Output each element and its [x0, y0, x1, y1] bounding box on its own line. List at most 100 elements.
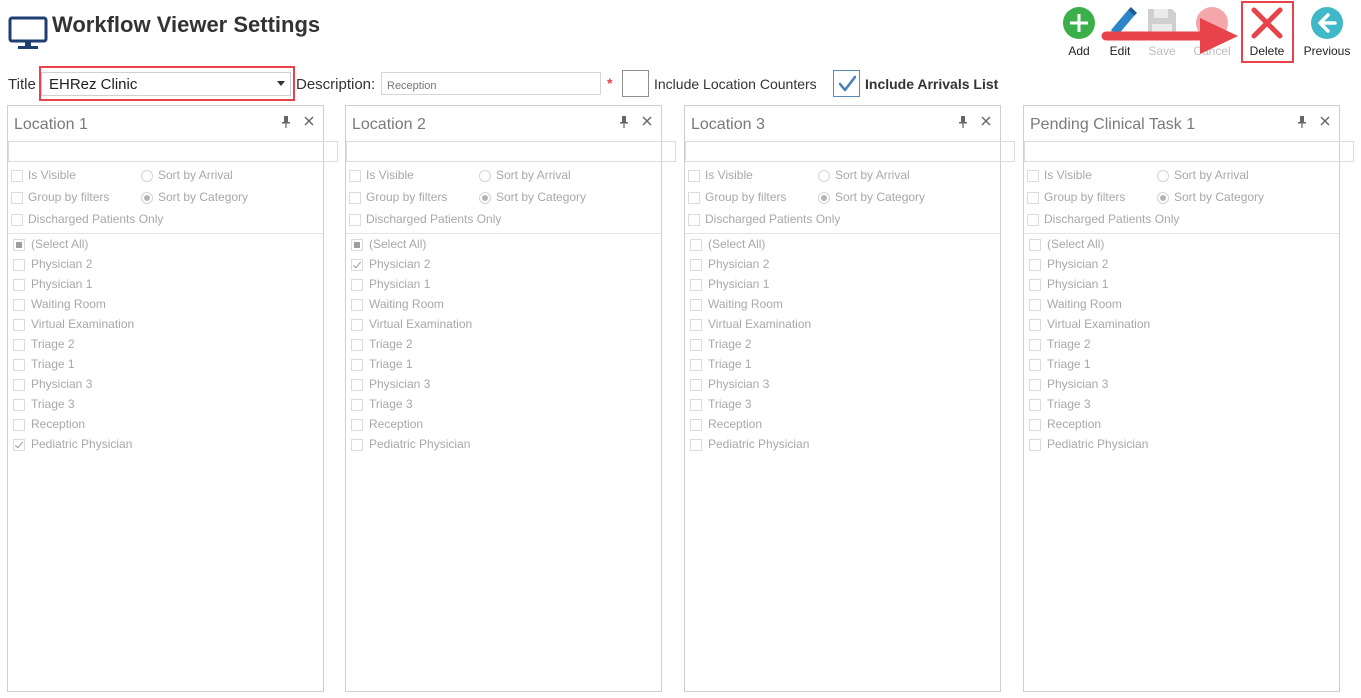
list-item-checkbox[interactable] [351, 299, 363, 311]
group-by-filters-label: Group by filters [705, 190, 787, 204]
list-item-checkbox[interactable] [1029, 419, 1041, 431]
pin-icon[interactable] [620, 116, 628, 128]
list-item-checkbox[interactable] [13, 439, 25, 451]
list-item-checkbox[interactable] [1029, 279, 1041, 291]
pin-icon[interactable] [282, 116, 290, 128]
list-item-checkbox[interactable] [690, 439, 702, 451]
list-item-label: (Select All) [708, 237, 766, 251]
list-item-label: Reception [31, 417, 86, 431]
list-item-label: Pediatric Physician [31, 437, 133, 451]
list-item-checkbox[interactable] [1029, 359, 1041, 371]
list-item-checkbox[interactable] [351, 399, 363, 411]
list-item-checkbox[interactable] [1029, 379, 1041, 391]
list-item-checkbox[interactable] [690, 419, 702, 431]
list-item-checkbox[interactable] [690, 379, 702, 391]
list-item-checkbox[interactable] [351, 239, 363, 251]
list-item-label: Triage 2 [31, 337, 75, 351]
list-item-checkbox[interactable] [1029, 319, 1041, 331]
divider [8, 233, 323, 234]
list-item-checkbox[interactable] [690, 279, 702, 291]
panel-search-input[interactable] [1024, 141, 1354, 162]
list-item-label: Physician 2 [1047, 257, 1109, 271]
list-item-checkbox[interactable] [690, 299, 702, 311]
list-item-label: Physician 3 [369, 377, 431, 391]
list-item-label: Triage 1 [31, 357, 75, 371]
list-item-checkbox[interactable] [1029, 239, 1041, 251]
list-item-checkbox[interactable] [13, 359, 25, 371]
divider [346, 233, 661, 234]
include-arrivals-list-checkbox[interactable] [833, 70, 860, 97]
list-item-checkbox[interactable] [690, 239, 702, 251]
list-item-checkbox[interactable] [1029, 439, 1041, 451]
include-arrivals-list-label: Include Arrivals List [865, 76, 999, 92]
list-item-label: Pediatric Physician [1047, 437, 1149, 451]
sort-by-arrival-label: Sort by Arrival [835, 168, 910, 182]
panel-title: Pending Clinical Task 1 [1030, 116, 1196, 133]
close-icon[interactable] [303, 115, 315, 127]
discharged-only-label: Discharged Patients Only [705, 212, 841, 226]
panel-search-input[interactable] [8, 141, 338, 162]
list-item-checkbox[interactable] [351, 319, 363, 331]
list-item-checkbox[interactable] [351, 259, 363, 271]
list-item-checkbox[interactable] [351, 439, 363, 451]
list-item-checkbox[interactable] [690, 399, 702, 411]
panel-search-input[interactable] [685, 141, 1015, 162]
close-icon[interactable] [641, 115, 653, 127]
list-item-checkbox[interactable] [13, 279, 25, 291]
list-item-checkbox[interactable] [351, 359, 363, 371]
save-button[interactable]: Save [1134, 6, 1190, 58]
panel-location-1: Location 1 Is Visible Group by filters Disc… [7, 105, 338, 692]
title-label: Title [8, 76, 36, 93]
list-item-checkbox[interactable] [13, 379, 25, 391]
list-item-checkbox[interactable] [351, 419, 363, 431]
close-icon[interactable] [980, 115, 992, 127]
list-item-checkbox[interactable] [13, 259, 25, 271]
list-item-checkbox[interactable] [690, 319, 702, 331]
panel-title: Location 3 [691, 116, 765, 133]
description-input[interactable] [381, 72, 601, 95]
list-item-checkbox[interactable] [1029, 399, 1041, 411]
list-item-checkbox[interactable] [351, 339, 363, 351]
list-item-checkbox[interactable] [13, 239, 25, 251]
list-item-label: Triage 2 [1047, 337, 1091, 351]
list-item-checkbox[interactable] [13, 319, 25, 331]
list-item-checkbox[interactable] [13, 299, 25, 311]
panel-search-input[interactable] [346, 141, 676, 162]
list-item-checkbox[interactable] [1029, 259, 1041, 271]
panel-location-3: Location 3 Is Visible Group by filters Disc… [684, 105, 1015, 692]
list-item-label: Pediatric Physician [369, 437, 471, 451]
description-label: Description: [296, 76, 376, 93]
list-item-label: Physician 1 [31, 277, 93, 291]
list-item-checkbox[interactable] [351, 379, 363, 391]
previous-button[interactable]: Previous [1299, 6, 1355, 58]
close-icon[interactable] [1319, 115, 1331, 127]
list-item-checkbox[interactable] [690, 259, 702, 271]
list-item-checkbox[interactable] [351, 279, 363, 291]
list-item-checkbox[interactable] [1029, 299, 1041, 311]
group-by-filters-label: Group by filters [28, 190, 110, 204]
page-title: Workflow Viewer Settings [52, 12, 321, 37]
pin-icon[interactable] [959, 116, 967, 128]
divider [1024, 233, 1339, 234]
list-item-label: Reception [1047, 417, 1102, 431]
list-item-label: Waiting Room [1047, 297, 1122, 311]
sort-by-category-label: Sort by Category [496, 190, 587, 204]
plus-circle-icon [1063, 7, 1095, 39]
include-location-counters-checkbox[interactable] [622, 70, 649, 97]
list-item-label: Waiting Room [369, 297, 444, 311]
sort-by-category-label: Sort by Category [158, 190, 249, 204]
list-item-checkbox[interactable] [690, 339, 702, 351]
cancel-button[interactable]: Cancel [1184, 6, 1240, 58]
list-item-label: Virtual Examination [31, 317, 135, 331]
list-item-checkbox[interactable] [13, 399, 25, 411]
list-item-checkbox[interactable] [690, 359, 702, 371]
list-item-label: Triage 3 [708, 397, 752, 411]
pin-icon[interactable] [1298, 116, 1306, 128]
list-item-checkbox[interactable] [13, 339, 25, 351]
list-item-checkbox[interactable] [13, 419, 25, 431]
list-item-checkbox[interactable] [1029, 339, 1041, 351]
cancel-circle-icon [1196, 7, 1228, 39]
list-item-label: Physician 1 [708, 277, 770, 291]
panel-pending-clinical-task-1: Pending Clinical Task 1 Is Visible Group b… [1023, 105, 1354, 692]
is-visible-label: Is Visible [28, 168, 76, 182]
